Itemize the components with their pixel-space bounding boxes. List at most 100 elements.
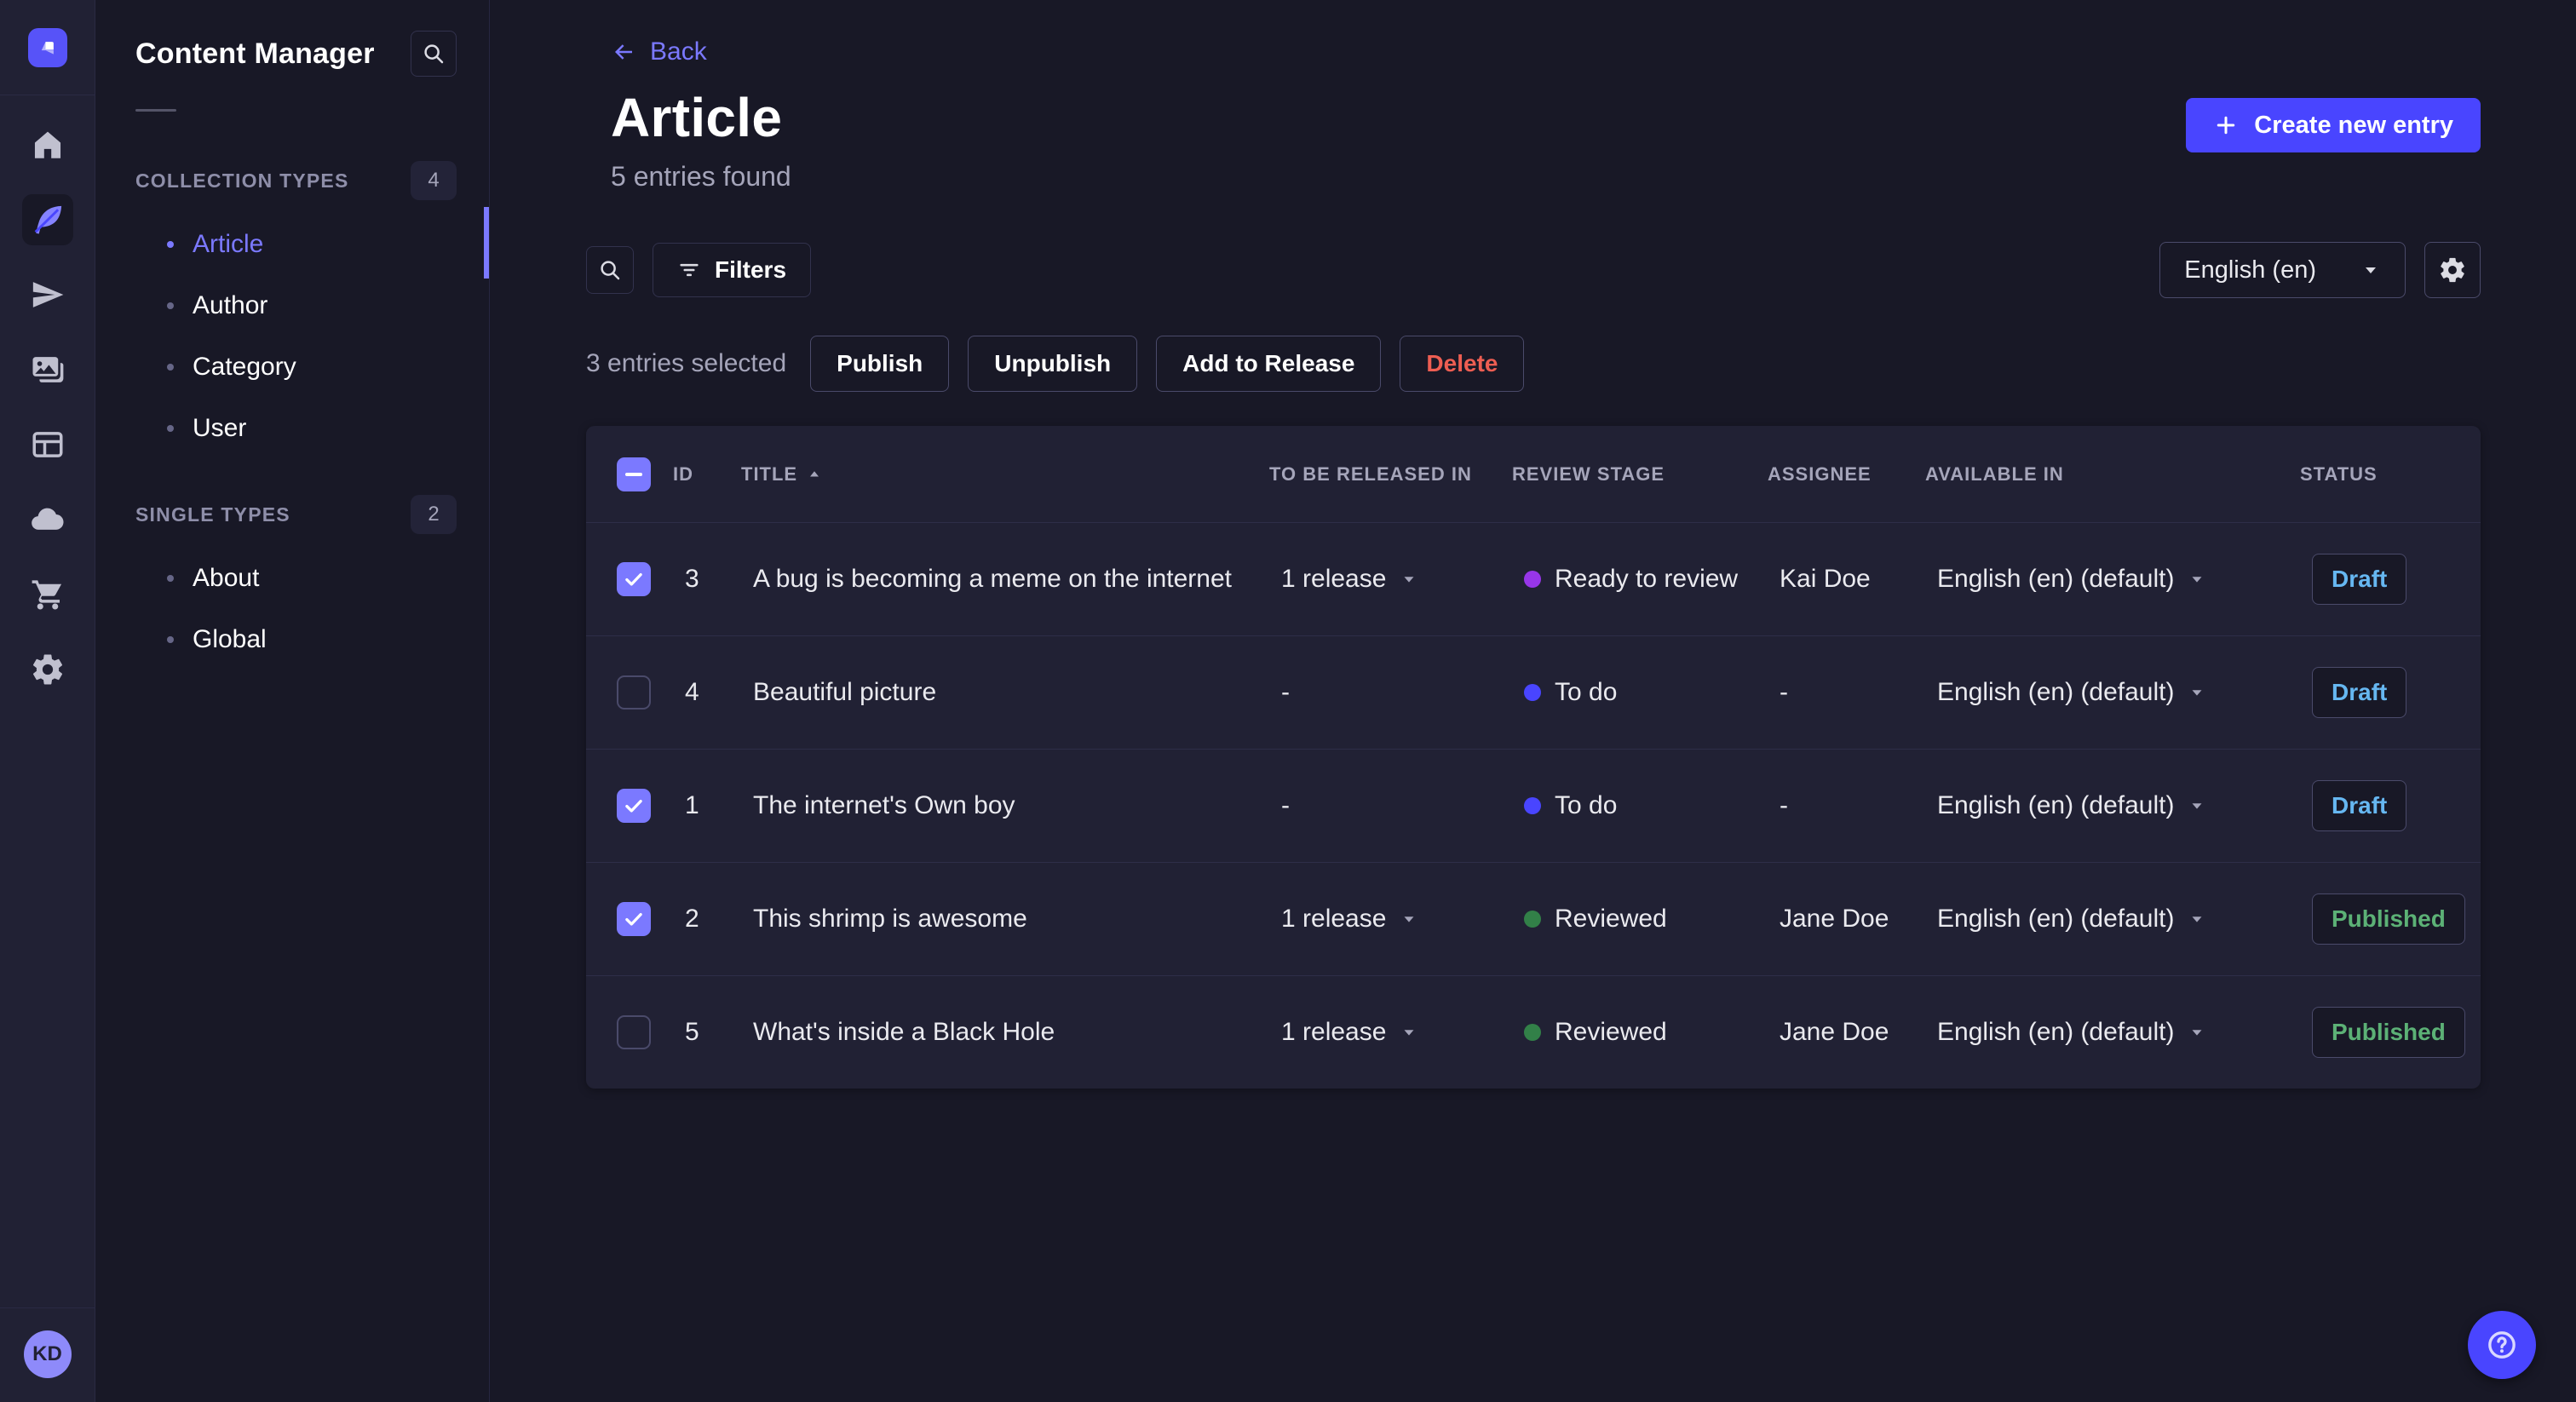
release-cell[interactable]: 1 release	[1269, 1018, 1512, 1047]
sidebar-item-label: User	[193, 414, 247, 442]
view-settings-button[interactable]	[2424, 242, 2481, 298]
review-stage-dot-icon	[1524, 1024, 1541, 1041]
column-header-title[interactable]: TITLE	[741, 463, 1269, 486]
column-header-status[interactable]: STATUS	[2300, 463, 2481, 486]
active-item-indicator	[484, 207, 489, 279]
status-cell: Published	[2300, 1007, 2481, 1058]
row-checkbox[interactable]	[617, 562, 651, 596]
release-cell: -	[1281, 791, 1290, 819]
table-row[interactable]: 1 The internet's Own boy - To do - English (e…	[586, 749, 2481, 862]
assignee-cell: -	[1780, 791, 1788, 819]
assignee-cell: Jane Doe	[1780, 905, 1889, 933]
sidebar-item-category[interactable]: Category	[95, 336, 489, 398]
unpublish-button[interactable]: Unpublish	[968, 336, 1138, 392]
available-in-cell[interactable]: English (en) (default)	[1925, 678, 2300, 707]
table-row[interactable]: 3 A bug is becoming a meme on the interne…	[586, 522, 2481, 635]
release-cell[interactable]: 1 release	[1269, 905, 1512, 934]
help-button[interactable]	[2468, 1311, 2536, 1379]
table-row[interactable]: 4 Beautiful picture - To do - English (en) (d…	[586, 635, 2481, 749]
sidebar-item-about[interactable]: About	[95, 548, 489, 609]
rail-divider	[0, 1307, 95, 1308]
available-in-cell[interactable]: English (en) (default)	[1925, 1018, 2300, 1047]
id-cell: 4	[685, 678, 699, 706]
sidebar-item-article[interactable]: Article	[95, 214, 489, 275]
subnav-sections: COLLECTION TYPES 4 Article Author Category Us…	[95, 161, 489, 670]
id-cell: 2	[685, 905, 699, 933]
question-mark-icon	[2488, 1331, 2516, 1359]
sidebar-item-author[interactable]: Author	[95, 275, 489, 336]
row-checkbox[interactable]	[617, 902, 651, 936]
status-cell: Draft	[2300, 667, 2481, 718]
column-header-review-stage[interactable]: REVIEW STAGE	[1512, 463, 1768, 486]
column-header-to-be-released-in[interactable]: TO BE RELEASED IN	[1269, 463, 1512, 486]
subnav-title: Content Manager	[135, 37, 375, 70]
bullet-icon	[167, 364, 174, 371]
column-header-assignee[interactable]: ASSIGNEE	[1768, 463, 1925, 486]
sidebar-item-global[interactable]: Global	[95, 609, 489, 670]
available-in-cell[interactable]: English (en) (default)	[1925, 565, 2300, 594]
id-cell: 3	[685, 565, 699, 593]
media-library-images-icon[interactable]	[22, 344, 73, 395]
home-icon[interactable]	[22, 119, 73, 170]
main-content: Back Article 5 entries found Create new …	[490, 0, 2576, 1402]
review-stage-cell: Reviewed	[1512, 905, 1768, 934]
available-in-cell[interactable]: English (en) (default)	[1925, 905, 2300, 934]
id-cell: 5	[685, 1018, 699, 1046]
column-header-id[interactable]: ID	[673, 463, 741, 486]
review-stage-dot-icon	[1524, 571, 1541, 588]
content-manager-feather-icon[interactable]	[21, 194, 73, 245]
plus-icon	[2217, 116, 2235, 135]
release-cell[interactable]: 1 release	[1269, 565, 1512, 594]
sidebar-item-label: Article	[193, 230, 264, 258]
strapi-logo-icon[interactable]	[27, 28, 67, 67]
gear-icon	[2441, 257, 2464, 283]
available-in-cell[interactable]: English (en) (default)	[1925, 791, 2300, 820]
back-link[interactable]: Back	[611, 37, 707, 66]
title-cell: The internet's Own boy	[753, 791, 1015, 819]
selection-actions: Publish Unpublish Add to Release Delete	[810, 336, 1525, 392]
create-new-entry-button[interactable]: Create new entry	[2186, 98, 2481, 152]
table-row[interactable]: 2 This shrimp is awesome 1 release Reviewed…	[586, 862, 2481, 975]
locale-value: English (en)	[2184, 256, 2316, 284]
main-nav-rail: KD	[0, 0, 95, 1402]
search-icon	[424, 44, 444, 64]
rail-bottom: KD	[0, 1307, 95, 1402]
sidebar-item-user[interactable]: User	[95, 398, 489, 459]
marketplace-cart-icon[interactable]	[22, 569, 73, 620]
create-new-entry-label: Create new entry	[2254, 111, 2453, 139]
section-label: SINGLE TYPES	[135, 503, 290, 526]
filters-button[interactable]: Filters	[653, 243, 812, 297]
section-count-badge: 2	[411, 495, 457, 534]
section-label: COLLECTION TYPES	[135, 169, 349, 192]
deploy-cloud-icon[interactable]	[22, 494, 73, 545]
section-count-badge: 4	[411, 161, 457, 200]
status-badge: Draft	[2312, 554, 2407, 605]
row-checkbox[interactable]	[617, 1015, 651, 1049]
delete-button[interactable]: Delete	[1400, 336, 1525, 392]
review-stage-dot-icon	[1524, 684, 1541, 701]
review-stage-dot-icon	[1524, 911, 1541, 928]
table-row[interactable]: 5 What's inside a Black Hole 1 release Revi…	[586, 975, 2481, 1089]
back-arrow-icon	[615, 44, 632, 60]
review-stage-cell: To do	[1512, 791, 1768, 820]
user-avatar[interactable]: KD	[23, 1330, 72, 1378]
settings-gear-icon[interactable]	[22, 644, 73, 695]
review-stage-cell: Ready to review	[1512, 565, 1768, 594]
content-type-builder-layout-icon[interactable]	[22, 419, 73, 470]
row-checkbox[interactable]	[617, 675, 651, 710]
select-all-checkbox[interactable]	[617, 457, 651, 491]
subnav-search-button[interactable]	[411, 31, 457, 77]
column-header-available-in[interactable]: AVAILABLE IN	[1925, 463, 2300, 486]
bullet-icon	[167, 636, 174, 643]
add-to-release-button[interactable]: Add to Release	[1156, 336, 1382, 392]
assignee-cell: Jane Doe	[1780, 1018, 1889, 1046]
content-manager-subnav: Content Manager COLLECTION TYPES 4 Article…	[95, 0, 490, 1402]
assignee-cell: Kai Doe	[1780, 565, 1871, 593]
publish-button[interactable]: Publish	[810, 336, 950, 392]
releases-paper-plane-icon[interactable]	[22, 269, 73, 320]
chevron-down-icon	[2366, 267, 2376, 273]
row-checkbox[interactable]	[617, 789, 651, 823]
locale-select[interactable]: English (en)	[2159, 242, 2406, 298]
page-title: Article	[611, 87, 783, 148]
list-search-button[interactable]	[586, 246, 634, 294]
